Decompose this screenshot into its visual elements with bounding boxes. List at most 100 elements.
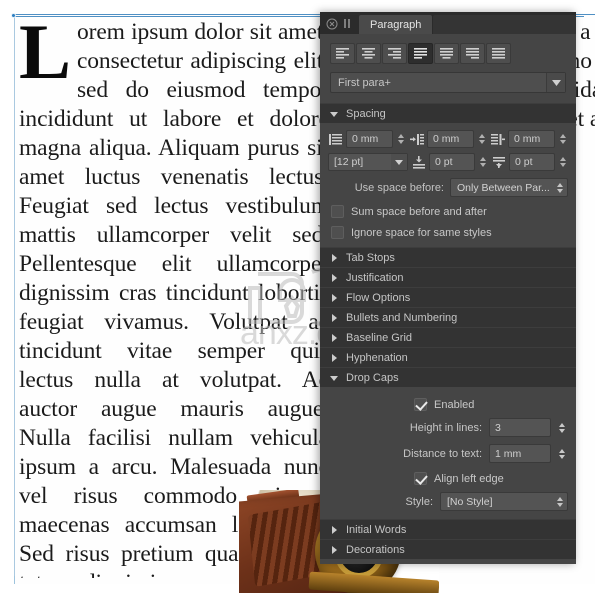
first-line-indent-field[interactable]: 0 mm [427,130,474,148]
drop-caps-distance-field[interactable]: 1 mm [489,444,551,463]
drop-caps-height-row: Height in lines: 3 [328,418,568,437]
alignment-button-group[interactable] [320,34,576,72]
triangle-right-icon [329,353,339,363]
triangle-right-icon [329,273,339,283]
space-before-field[interactable]: 0 pt [429,153,475,171]
space-after-stepper[interactable] [558,153,568,171]
section-header-hyphenation-label: Hyphenation [346,351,408,364]
ignore-space-row[interactable]: Ignore space for same styles [328,226,568,239]
drop-caps-enabled-checkbox[interactable] [414,398,427,411]
drop-caps-distance-stepper[interactable] [556,444,568,463]
triangle-right-icon [329,333,339,343]
first-line-indent-icon [409,132,424,147]
align-justify-center-button[interactable] [434,43,459,64]
align-left-button[interactable] [330,43,355,64]
space-after-icon [491,155,506,170]
close-icon[interactable] [324,16,339,31]
triangle-right-icon [329,545,339,555]
drop-caps-style-row: Style: [No Style] [328,492,568,511]
drop-caps-distance-label: Distance to text: [403,447,482,460]
frame-handle-top-left[interactable] [11,13,16,18]
left-indent-stepper[interactable] [396,130,406,148]
use-space-before-combo[interactable]: Only Between Par... [450,178,568,197]
ignore-space-label: Ignore space for same styles [351,226,492,239]
paragraph-style-row: First para+ [320,72,576,103]
tab-paragraph[interactable]: Paragraph [359,15,433,34]
paragraph-style-combo[interactable]: First para+ [330,72,566,93]
section-header-tab-stops[interactable]: Tab Stops [320,247,576,267]
section-header-decorations-label: Decorations [346,543,405,556]
panel-footer [320,559,576,564]
tab-strip-filler [433,15,576,34]
section-header-baseline-grid[interactable]: Baseline Grid [320,327,576,347]
drop-caps-style-combo[interactable]: [No Style] [440,492,568,511]
triangle-right-icon [329,525,339,535]
triangle-down-icon [329,373,339,383]
section-header-flow-options-label: Flow Options [346,291,411,304]
stepper-icon[interactable] [557,182,563,193]
drop-caps-enabled-row[interactable]: Enabled [328,398,568,411]
drop-caps-align-left-row[interactable]: Align left edge [328,472,568,485]
sum-space-label: Sum space before and after [351,205,487,218]
section-header-drop-caps[interactable]: Drop Caps [320,367,576,387]
triangle-right-icon [329,313,339,323]
section-header-justification-label: Justification [346,271,404,284]
align-center-button[interactable] [356,43,381,64]
space-after-field[interactable]: 0 pt [509,153,555,171]
drop-caps-align-left-label: Align left edge [434,472,504,485]
chevron-down-icon[interactable] [391,154,407,170]
section-header-initial-words-label: Initial Words [346,523,407,536]
tab-paragraph-label: Paragraph [370,18,422,31]
section-header-flow-options[interactable]: Flow Options [320,287,576,307]
panel-titlebar[interactable]: Paragraph [320,12,576,34]
grip-icon[interactable] [339,16,354,31]
stepper-icon[interactable] [557,496,563,507]
drop-caps-align-left-checkbox[interactable] [414,472,427,485]
drop-caps-height-field[interactable]: 3 [489,418,551,437]
section-header-bullets-numbering-label: Bullets and Numbering [346,311,458,324]
section-header-initial-words[interactable]: Initial Words [320,519,576,539]
drop-caps-style-value: [No Style] [447,495,493,508]
section-header-baseline-grid-label: Baseline Grid [346,331,413,344]
ignore-space-checkbox[interactable] [331,226,344,239]
space-before-stepper[interactable] [478,153,488,171]
triangle-right-icon [329,253,339,263]
align-justify-right-button[interactable] [460,43,485,64]
use-space-before-value: Only Between Par... [457,181,550,194]
section-header-spacing-label: Spacing [346,107,386,120]
leading-row: [12 pt] 0 pt 0 pt [328,153,568,171]
align-right-button[interactable] [382,43,407,64]
use-space-before-row: Use space before: Only Between Par... [328,178,568,197]
paragraph-style-value: First para+ [338,76,391,89]
sum-space-checkbox[interactable] [331,205,344,218]
right-indent-field[interactable]: 0 mm [508,130,555,148]
chevron-down-icon[interactable] [546,73,565,92]
leading-combo[interactable]: [12 pt] [328,153,408,171]
drop-caps-style-label: Style: [405,495,433,508]
section-header-hyphenation[interactable]: Hyphenation [320,347,576,367]
indent-right-icon [490,132,505,147]
space-before-icon [411,155,426,170]
first-line-indent-stepper[interactable] [477,130,487,148]
drop-caps-height-label: Height in lines: [409,421,482,434]
paragraph-panel[interactable]: Paragraph First para+ Spacing 0 mm 0 mm … [320,12,576,564]
triangle-down-icon [329,109,339,119]
drop-caps-height-stepper[interactable] [556,418,568,437]
section-body-spacing: 0 mm 0 mm 0 mm [12 pt] 0 pt 0 pt Use spa… [320,123,576,247]
section-header-justification[interactable]: Justification [320,267,576,287]
align-justify-all-button[interactable] [486,43,511,64]
drop-caps-enabled-label: Enabled [434,398,475,411]
align-justify-left-button[interactable] [408,43,433,64]
sum-space-row[interactable]: Sum space before and after [328,205,568,218]
section-header-bullets-numbering[interactable]: Bullets and Numbering [320,307,576,327]
right-indent-stepper[interactable] [558,130,568,148]
section-header-tab-stops-label: Tab Stops [346,251,395,264]
left-indent-field[interactable]: 0 mm [346,130,393,148]
section-header-spacing[interactable]: Spacing [320,103,576,123]
triangle-right-icon [329,293,339,303]
indent-row: 0 mm 0 mm 0 mm [328,130,568,148]
leading-value: [12 pt] [334,156,364,168]
section-header-decorations[interactable]: Decorations [320,539,576,559]
panel-body: First para+ Spacing 0 mm 0 mm 0 mm [12 p… [320,34,576,564]
use-space-before-label: Use space before: [354,181,444,194]
